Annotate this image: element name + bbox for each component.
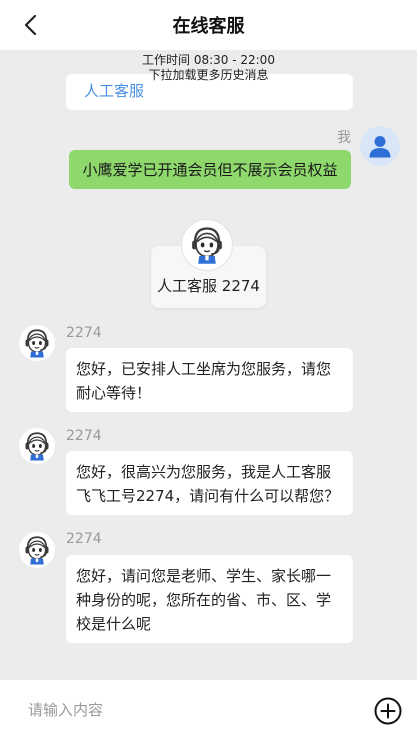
history-info: 工作时间 08:30 - 22:00 下拉加载更多历史消息 [0,53,417,83]
page-title: 在线客服 [172,16,245,37]
my-name-label: 我 [337,130,351,146]
load-more-text[interactable]: 下拉加载更多历史消息 [0,68,417,83]
home-indicator-area [0,736,417,741]
agent-name: 2274 [66,428,102,444]
message-input[interactable] [14,690,360,730]
agent-card-avatar [181,219,233,271]
my-message-bubble: 小鹰爱学已开通会员但不展示会员权益 [69,150,351,189]
agent-avatar[interactable] [19,428,55,464]
input-bar [0,680,417,741]
work-hours-text: 工作时间 08:30 - 22:00 [142,53,275,67]
agent-name: 2274 [66,531,102,547]
header-bar: 在线客服 [0,0,417,50]
agent-name: 2274 [66,325,102,341]
user-icon [369,136,391,158]
agent-avatar[interactable] [19,325,55,361]
agent-message-bubble: 您好，很高兴为您服务，我是人工客服飞飞工号2274，请问有什么可以帮您？ [66,451,353,515]
support-agent-avatar [20,533,54,567]
support-agent-avatar [185,223,229,267]
agent-avatar[interactable] [19,532,55,568]
agent-message-bubble: 您好，请问您是老师、学生、家长哪一种身份的呢，您所在的省、市、区、学校是什么呢 [66,555,353,643]
plus-circle-icon[interactable] [373,696,403,726]
support-agent-avatar [20,326,54,360]
my-avatar [360,126,400,166]
agent-card-label: 人工客服 2274 [157,277,260,295]
support-agent-avatar [20,429,54,463]
chevron-left-icon[interactable] [18,11,46,39]
agent-message-bubble: 您好，已安排人工坐席为您服务，请您耐心等待！ [66,348,353,412]
chat-area[interactable]: 工作时间 08:30 - 22:00 下拉加载更多历史消息 人工客服 我 小鹰爱… [0,50,417,680]
previous-message-link[interactable]: 人工客服 [84,80,144,101]
